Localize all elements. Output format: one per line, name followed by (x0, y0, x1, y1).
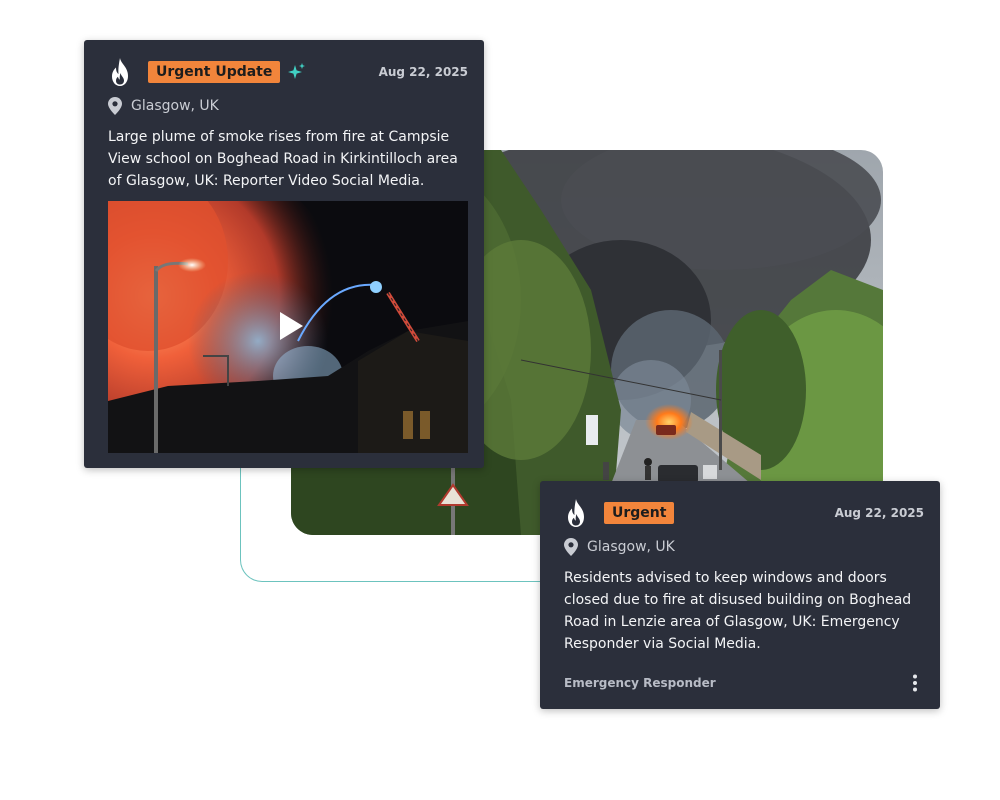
source-label: Emergency Responder (564, 676, 716, 690)
play-icon[interactable] (278, 311, 304, 341)
location-pin-icon (108, 97, 122, 115)
post-date: Aug 22, 2025 (834, 506, 924, 520)
location-text: Glasgow, UK (131, 98, 219, 114)
flame-logo-icon (108, 57, 132, 87)
card-header: Urgent Aug 22, 2025 (564, 497, 924, 529)
urgent-badge: Urgent (604, 502, 675, 524)
urgent-update-badge: Urgent Update (148, 61, 281, 83)
more-vertical-icon[interactable] (908, 673, 922, 693)
location: Glasgow, UK (564, 537, 924, 557)
location-pin-icon (564, 538, 578, 556)
card-footer: Emergency Responder (564, 673, 924, 693)
alert-description: Residents advised to keep windows and do… (564, 570, 912, 652)
alert-description: Large plume of smoke rises from fire at … (108, 129, 458, 189)
alert-card-primary[interactable]: Urgent Update Aug 22, 2025 Glasgow, UK L… (84, 40, 484, 468)
flame-logo-icon (564, 498, 588, 528)
video-thumbnail[interactable] (108, 201, 468, 453)
post-date: Aug 22, 2025 (378, 65, 468, 79)
alert-card-secondary[interactable]: Urgent Aug 22, 2025 Glasgow, UK Resident… (540, 481, 940, 709)
sparkle-icon (288, 63, 306, 81)
location-text: Glasgow, UK (587, 539, 675, 555)
card-header: Urgent Update Aug 22, 2025 (108, 56, 468, 88)
location: Glasgow, UK (108, 96, 468, 116)
